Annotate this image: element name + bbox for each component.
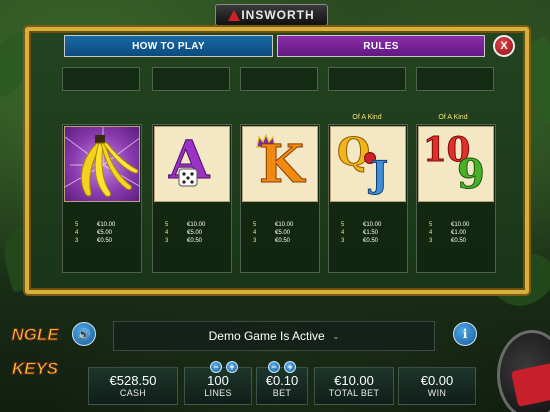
ainsworth-a-icon [228,9,241,21]
upper-paytable-box [328,67,406,91]
bet-display: €0.10 BET [256,367,308,405]
pay-row: 5 €10.00 [253,222,294,228]
brand-name: INSWORTH [241,8,315,22]
upper-paytable-box [416,67,494,91]
demo-status-text: Demo Game Is Active [208,329,325,343]
pay-row: 3 €0.50 [165,238,203,244]
symbol-card-k: K 5 €10.00 4 €5.00 3 €0.50 [240,124,320,273]
pay-row: 4 €5.00 [75,230,113,236]
game-logo: NGLE KEYS [11,325,59,379]
symbol-card-qj: Q J 5 €10.00 4 €1.50 3 €0.50 [328,124,408,273]
lines-display: 100 LINES [184,367,252,405]
lines-minus-button[interactable]: − [210,361,222,373]
symbol-card-10-9: 10 9 5 €10.00 4 €1.00 3 €0.50 [416,124,496,273]
of-a-kind-label: Of A Kind [438,114,468,121]
pay-row: 4 €1.50 [341,230,379,236]
k-symbol: K [242,126,318,202]
bet-minus-button[interactable]: − [268,361,280,373]
pay-row: 4 €1.00 [429,230,467,236]
ainsworth-logo: INSWORTH [215,4,328,26]
bet-plus-button[interactable]: + [284,361,296,373]
letter-k: K [258,134,305,195]
demo-status-bar[interactable]: Demo Game Is Active ⌄ [113,321,435,351]
lines-plus-button[interactable]: + [226,361,238,373]
pay-row: 3 €0.50 [429,238,467,244]
speaker-icon: 🔊 [77,328,91,341]
pay-row: 5 €10.00 [429,222,470,228]
pay-table: 5 €10.00 4 €5.00 3 €0.50 [253,221,313,245]
pay-row: 5 €10.00 [341,222,382,228]
win-display: €0.00 WIN [398,367,476,405]
close-icon: X [500,40,508,52]
symbol-card-banana: 5 €10.00 4 €5.00 3 €0.50 [62,124,142,273]
pay-row: 4 €5.00 [165,230,203,236]
number-9: 9 [457,151,486,198]
banana-symbol [64,126,140,202]
upper-paytable-box [240,67,318,91]
banana-icon [65,127,139,197]
pay-table: 5 €10.00 4 €5.00 3 €0.50 [165,221,225,245]
of-a-kind-label: Of A Kind [352,114,382,121]
pay-table: 5 €10.00 4 €1.50 3 €0.50 [341,221,401,245]
ten-nine-symbol: 10 9 [418,126,494,202]
pay-row: 4 €5.00 [253,230,291,236]
pay-row: 3 €0.50 [75,238,113,244]
close-button[interactable]: X [493,35,515,57]
upper-paytable-box [152,67,230,91]
info-button[interactable]: i [453,322,477,346]
sound-button[interactable]: 🔊 [72,322,96,346]
pay-row: 3 €0.50 [253,238,291,244]
dice-icon [178,168,198,187]
a-symbol: A [154,126,230,202]
tab-rules[interactable]: RULES [277,35,485,57]
pay-table: 5 €10.00 4 €5.00 3 €0.50 [75,221,135,245]
total-bet-display: €10.00 TOTAL BET [314,367,394,405]
pay-table: 5 €10.00 4 €1.00 3 €0.50 [429,221,489,245]
pay-row: 5 €10.00 [165,222,206,228]
cash-display: €528.50 CASH [88,367,178,405]
chevron-down-icon: ⌄ [332,331,340,341]
tab-how-to-play[interactable]: HOW TO PLAY [64,35,273,57]
letter-j: J [370,154,389,196]
upper-paytable-box [62,67,140,91]
pay-row: 5 €10.00 [75,222,116,228]
symbol-card-a: A 5 €10.00 4 €5.00 3 €0.50 [152,124,232,273]
qj-symbol: Q J [330,126,406,202]
info-icon: i [462,327,468,341]
pay-row: 3 €0.50 [341,238,379,244]
